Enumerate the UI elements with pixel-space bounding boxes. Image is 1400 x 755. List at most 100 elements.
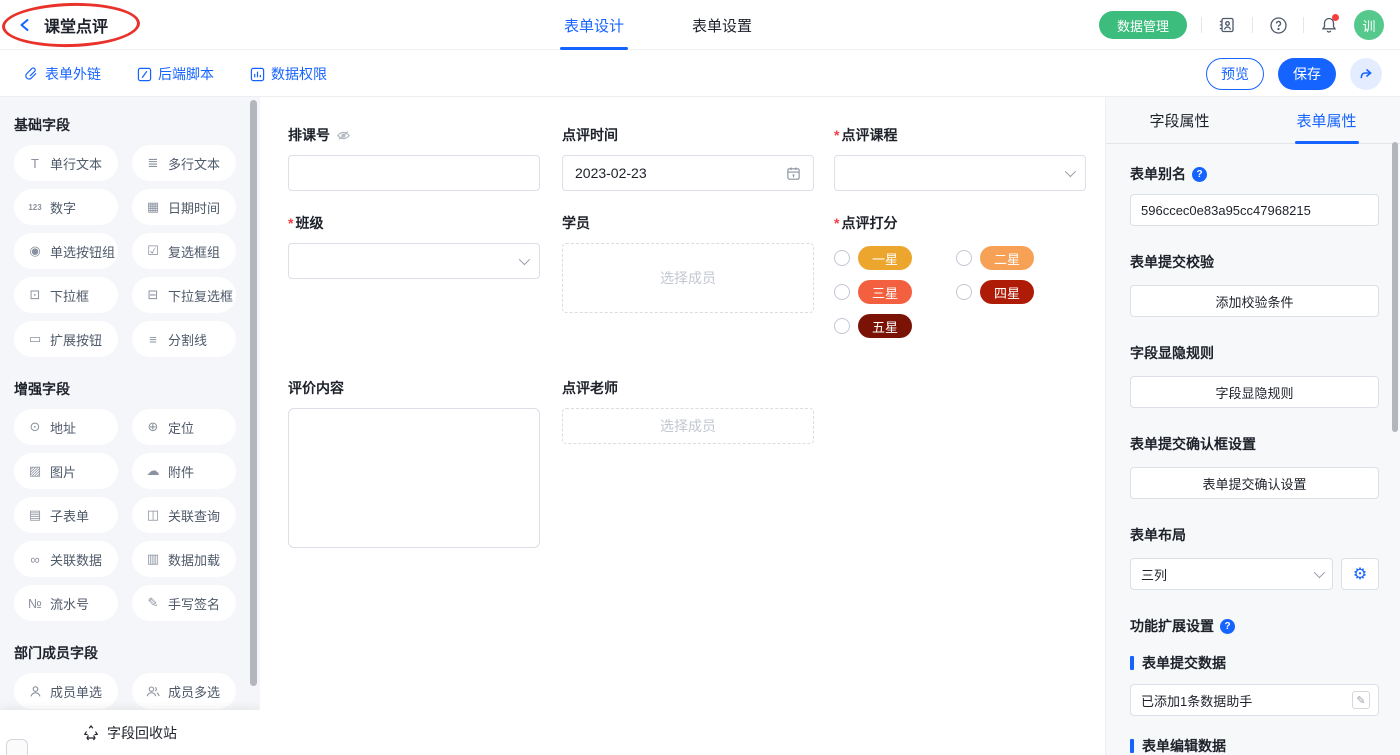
field-checkbox-group[interactable]: ☑复选框组 xyxy=(132,233,236,269)
field-label: 点评课程 xyxy=(841,125,897,145)
multi-line-text-icon: ≣ xyxy=(145,155,161,171)
section-bar xyxy=(1130,656,1134,670)
datetime-icon: ▦ xyxy=(145,199,161,215)
radio-icon[interactable] xyxy=(834,318,850,334)
visibility-rules-button[interactable]: 字段显隐规则 xyxy=(1130,376,1379,408)
score-option-5[interactable]: 五星 xyxy=(834,309,956,343)
support-widget-icon[interactable] xyxy=(6,739,28,755)
divider-icon: ≡ xyxy=(145,332,161,347)
field-block-review-course[interactable]: *点评课程 xyxy=(834,125,1086,191)
score-option-3[interactable]: 三星 xyxy=(834,275,956,309)
tab-form-settings[interactable]: 表单设置 xyxy=(688,0,756,50)
field-single-line-text[interactable]: T单行文本 xyxy=(14,145,118,181)
field-multi-dropdown[interactable]: ⊟下拉复选框 xyxy=(132,277,236,313)
layout-settings-button[interactable]: ⚙ xyxy=(1341,558,1379,590)
submit-data-box[interactable]: 已添加1条数据助手 ✎ xyxy=(1130,684,1379,716)
field-block-student[interactable]: 学员 选择成员 xyxy=(562,213,814,313)
group-title-basic: 基础字段 xyxy=(14,115,246,135)
field-multi-line-text[interactable]: ≣多行文本 xyxy=(132,145,236,181)
related-data-icon: ∞ xyxy=(27,552,43,567)
help-icon[interactable] xyxy=(1267,14,1289,36)
submit-confirm-button[interactable]: 表单提交确认设置 xyxy=(1130,467,1379,499)
field-signature[interactable]: ✎手写签名 xyxy=(132,585,236,621)
link-icon xyxy=(26,68,36,79)
field-location[interactable]: ⊕定位 xyxy=(132,409,236,445)
related-query-icon: ◫ xyxy=(145,507,161,523)
tab-form-properties[interactable]: 表单属性 xyxy=(1253,97,1400,143)
checkbox-group-icon: ☑ xyxy=(145,243,161,259)
required-asterisk: * xyxy=(834,127,839,143)
field-number[interactable]: 123数字 xyxy=(14,189,118,225)
field-subform[interactable]: ▤子表单 xyxy=(14,497,118,533)
field-block-score[interactable]: *点评打分 一星 二星 三星 四星 五星 xyxy=(834,213,1086,343)
field-member-multi[interactable]: 成员多选 xyxy=(132,673,236,709)
back-icon[interactable] xyxy=(16,16,34,34)
field-member-single[interactable]: 成员单选 xyxy=(14,673,118,709)
field-extend-button[interactable]: ▭扩展按钮 xyxy=(14,321,118,357)
teacher-member-picker[interactable]: 选择成员 xyxy=(562,408,814,444)
field-datetime[interactable]: ▦日期时间 xyxy=(132,189,236,225)
field-block-content[interactable]: 评价内容 xyxy=(288,378,540,548)
star-badge: 三星 xyxy=(858,280,912,304)
score-option-2[interactable]: 二星 xyxy=(956,241,1078,275)
group-title-member: 部门成员字段 xyxy=(14,643,246,663)
address-book-icon[interactable] xyxy=(1216,14,1238,36)
submit-check-label: 表单提交校验 xyxy=(1130,252,1379,272)
radio-icon[interactable] xyxy=(834,250,850,266)
add-check-condition-button[interactable]: 添加校验条件 xyxy=(1130,285,1379,317)
data-manage-button[interactable]: 数据管理 xyxy=(1099,11,1187,39)
help-icon[interactable]: ? xyxy=(1220,619,1235,634)
chevron-down-icon xyxy=(1065,166,1076,177)
panel-scrollbar[interactable] xyxy=(1392,142,1398,432)
data-permission-link[interactable]: 数据权限 xyxy=(250,64,327,84)
star-badge: 一星 xyxy=(858,246,912,270)
avatar[interactable]: 训 xyxy=(1354,10,1384,40)
field-data-load[interactable]: ▥数据加载 xyxy=(132,541,236,577)
field-block-review-time[interactable]: 点评时间 2023-02-23 xyxy=(562,125,814,191)
radio-icon[interactable] xyxy=(956,284,972,300)
tab-field-properties[interactable]: 字段属性 xyxy=(1106,97,1253,143)
form-alias-input[interactable] xyxy=(1130,194,1379,226)
field-serial-number[interactable]: №流水号 xyxy=(14,585,118,621)
field-radio-group[interactable]: ◉单选按钮组 xyxy=(14,233,118,269)
field-block-teacher[interactable]: 点评老师 选择成员 xyxy=(562,378,814,444)
field-label: 点评打分 xyxy=(841,213,897,233)
field-dropdown[interactable]: ⊡下拉框 xyxy=(14,277,118,313)
field-related-query[interactable]: ◫关联查询 xyxy=(132,497,236,533)
class-select[interactable] xyxy=(288,243,540,279)
tab-form-design[interactable]: 表单设计 xyxy=(560,0,628,50)
score-option-4[interactable]: 四星 xyxy=(956,275,1078,309)
student-member-picker[interactable]: 选择成员 xyxy=(562,243,814,313)
field-divider[interactable]: ≡分割线 xyxy=(132,321,236,357)
backend-script-link[interactable]: 后端脚本 xyxy=(137,64,214,84)
radio-icon[interactable] xyxy=(956,250,972,266)
field-related-data[interactable]: ∞关联数据 xyxy=(14,541,118,577)
header-tabs: 表单设计 表单设置 xyxy=(560,0,756,50)
form-external-link[interactable]: 表单外链 xyxy=(24,64,101,84)
field-attachment[interactable]: ☁附件 xyxy=(132,453,236,489)
field-block-class[interactable]: *班级 xyxy=(288,213,540,279)
form-layout-select[interactable]: 三列 xyxy=(1130,558,1333,590)
field-block-schedule-no[interactable]: 排课号 xyxy=(288,125,540,191)
image-icon: ▨ xyxy=(27,463,43,479)
edit-icon[interactable]: ✎ xyxy=(1352,691,1370,709)
field-image[interactable]: ▨图片 xyxy=(14,453,118,489)
preview-button[interactable]: 预览 xyxy=(1206,58,1264,90)
field-recycle-bin[interactable]: 字段回收站 xyxy=(0,710,260,755)
score-option-1[interactable]: 一星 xyxy=(834,241,956,275)
visibility-rules-label: 字段显隐规则 xyxy=(1130,343,1379,363)
notification-bell-icon[interactable] xyxy=(1318,14,1340,36)
field-address[interactable]: ⊙地址 xyxy=(14,409,118,445)
radio-icon[interactable] xyxy=(834,284,850,300)
location-icon: ⊕ xyxy=(145,419,161,435)
review-time-input[interactable]: 2023-02-23 xyxy=(562,155,814,191)
eye-slash-icon xyxy=(336,128,351,143)
save-button[interactable]: 保存 xyxy=(1278,58,1336,90)
review-course-select[interactable] xyxy=(834,155,1086,191)
share-button[interactable] xyxy=(1350,58,1382,90)
schedule-no-input[interactable] xyxy=(288,155,540,191)
help-icon[interactable]: ? xyxy=(1192,167,1207,182)
sidebar-scrollbar[interactable] xyxy=(250,100,257,686)
data-load-icon: ▥ xyxy=(145,551,161,567)
content-textarea[interactable] xyxy=(288,408,540,548)
